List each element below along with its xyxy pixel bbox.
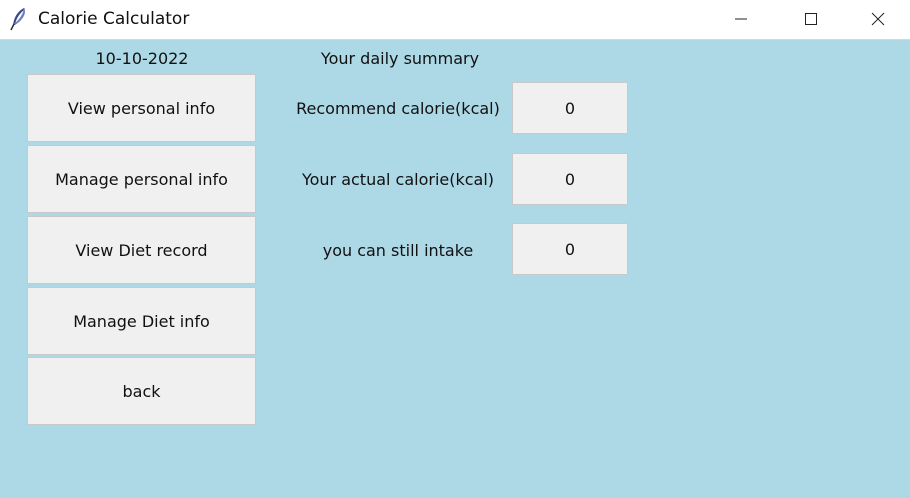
actual-calorie-value: 0 [512,153,628,205]
view-personal-info-button[interactable]: View personal info [27,74,256,142]
minimize-button[interactable] [706,0,776,38]
feather-icon [8,7,30,31]
close-icon [871,12,885,26]
app-window: Calorie Calculator 10-10-2022 Your daily… [0,0,910,498]
current-date: 10-10-2022 [95,49,189,68]
actual-calorie-label: Your actual calorie(kcal) [301,170,495,189]
remaining-intake-label: you can still intake [322,241,474,260]
maximize-icon [805,13,817,25]
manage-diet-info-button[interactable]: Manage Diet info [27,287,256,355]
view-diet-record-button[interactable]: View Diet record [27,216,256,284]
close-button[interactable] [846,0,910,38]
maximize-button[interactable] [776,0,846,38]
recommend-calorie-label: Recommend calorie(kcal) [296,99,500,118]
remaining-intake-value: 0 [512,223,628,275]
back-button[interactable]: back [27,357,256,425]
title-bar[interactable]: Calorie Calculator [0,0,910,40]
window-title: Calorie Calculator [38,9,190,29]
summary-title: Your daily summary [320,49,480,68]
manage-personal-info-button[interactable]: Manage personal info [27,145,256,213]
minimize-icon [735,18,747,20]
recommend-calorie-value: 0 [512,82,628,134]
